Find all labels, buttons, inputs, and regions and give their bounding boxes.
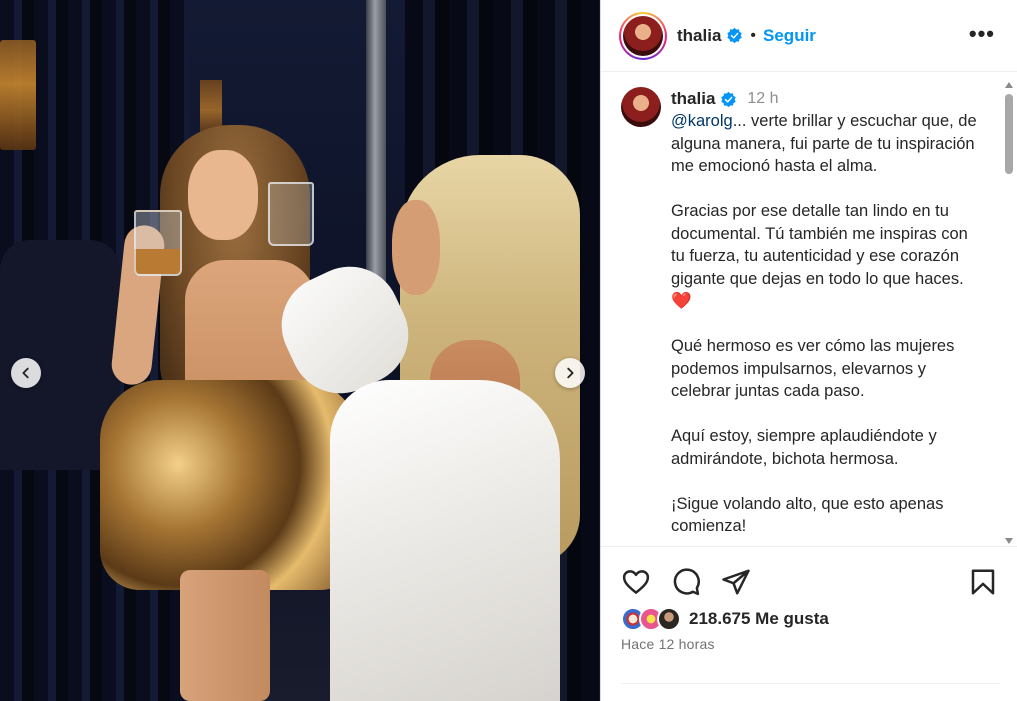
share-icon[interactable]	[721, 567, 751, 597]
header-username[interactable]: thalia	[677, 26, 721, 46]
scroll-up-arrow[interactable]	[1005, 82, 1013, 88]
avatar[interactable]	[619, 11, 667, 60]
gold-dress	[100, 380, 360, 590]
scroll-thumb[interactable]	[1005, 94, 1013, 174]
comment-icon[interactable]	[671, 567, 701, 597]
chevron-right-icon	[567, 367, 574, 379]
liker-avatar	[657, 607, 681, 631]
post-timestamp[interactable]: Hace 12 horas	[621, 636, 715, 652]
likes-row[interactable]: 218.675 Me gusta	[621, 607, 829, 631]
heart-icon[interactable]	[621, 567, 651, 597]
caption-paragraph: Gracias por ese detalle tan lindo en tu …	[671, 202, 968, 310]
actions-bar: 218.675 Me gusta Hace 12 horas	[601, 546, 1017, 701]
divider	[621, 683, 1000, 684]
caption-time[interactable]: 12 h	[747, 90, 778, 108]
caption-avatar[interactable]	[621, 87, 661, 127]
header-separator: •	[750, 26, 757, 44]
woman-left-legs	[180, 570, 270, 701]
post-header: thalia • Seguir •••	[601, 0, 1017, 72]
caption-paragraph: ¡Sigue volando alto, que esto apenas com…	[671, 494, 944, 536]
caption-header: thalia 12 h	[671, 89, 779, 109]
chevron-left-icon	[22, 367, 29, 379]
post-side-panel: thalia • Seguir ••• thalia 12 h @karolg.…	[600, 0, 1017, 701]
woman-right-face	[392, 200, 440, 295]
glass-left	[134, 210, 182, 276]
follow-button[interactable]: Seguir	[763, 26, 816, 46]
save-button[interactable]	[968, 567, 998, 602]
carousel-next-button[interactable]	[555, 358, 585, 388]
caption-area: thalia 12 h @karolg... verte brillar y e…	[601, 73, 1017, 545]
white-robe	[330, 380, 560, 701]
heart-emoji: ❤️	[671, 292, 692, 310]
glass-right	[268, 182, 314, 246]
woman-left-face	[188, 150, 258, 240]
caption-text: @karolg... verte brillar y escuchar que,…	[671, 110, 986, 545]
caption-paragraph: Qué hermoso es ver cómo las mujeres pode…	[671, 337, 955, 400]
scroll-down-arrow[interactable]	[1005, 538, 1013, 544]
action-icons	[621, 567, 751, 597]
verified-badge-icon	[727, 27, 743, 44]
likes-count[interactable]: 218.675 Me gusta	[689, 609, 829, 629]
liker-avatars	[621, 607, 685, 631]
caption-scrollbar[interactable]	[1003, 82, 1015, 544]
caption-paragraph: @karolg... verte brillar y escuchar que,…	[671, 112, 977, 175]
carousel-prev-button[interactable]	[11, 358, 41, 388]
caption-username[interactable]: thalia	[671, 89, 715, 109]
wall-lamp	[0, 40, 36, 150]
more-options-button[interactable]: •••	[969, 23, 995, 45]
caption-paragraph: Aquí estoy, siempre aplaudiéndote y admi…	[671, 427, 937, 468]
bookmark-icon	[971, 569, 995, 595]
mention-link[interactable]: @karolg	[671, 112, 733, 130]
verified-badge-icon	[721, 91, 737, 107]
post-photo[interactable]: ♡	[0, 0, 600, 701]
avatar-image	[623, 15, 663, 56]
